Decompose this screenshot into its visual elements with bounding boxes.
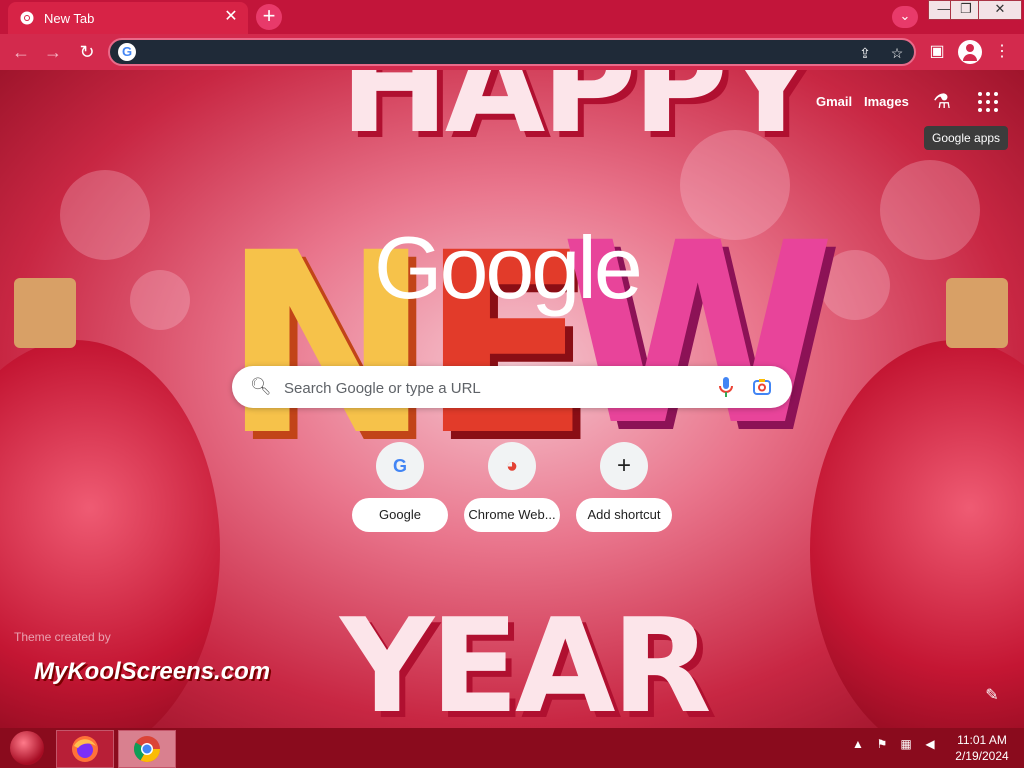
taskbar-chrome[interactable]	[118, 730, 176, 768]
forward-button[interactable]: →	[42, 41, 64, 63]
address-input[interactable]	[142, 42, 846, 64]
shortcut-tile-chrome-web-store[interactable]: ◕ Chrome Web...	[456, 442, 568, 534]
new-tab-button[interactable]: +	[256, 4, 282, 30]
profile-avatar[interactable]	[958, 40, 982, 64]
customize-pencil-icon[interactable]: ✎	[982, 686, 1002, 706]
action-center-flag-icon[interactable]: ⚑	[874, 736, 890, 752]
window-close-button[interactable]: ✕	[978, 0, 1022, 20]
tab-new-tab[interactable]: New Tab ✕	[8, 2, 248, 34]
share-icon[interactable]: ⇪	[856, 44, 874, 62]
chrome-icon	[133, 736, 161, 763]
google-apps-tooltip: Google apps	[924, 126, 1009, 150]
right-ornament-cap	[946, 278, 1008, 348]
tab-strip: New Tab ✕ + ⌄ — ❐ ✕	[0, 0, 1024, 34]
address-bar[interactable]: G ⇪ ☆	[108, 38, 916, 66]
browser-frame: New Tab ✕ + ⌄ — ❐ ✕ ← → ↻ G ⇪ ☆ ▣ ⋮	[0, 0, 1024, 70]
chrome-menu-button[interactable]: ⋮	[991, 41, 1013, 63]
show-hidden-icons-button[interactable]: ▲	[850, 736, 866, 752]
left-ornament-cap	[14, 278, 76, 348]
shortcut-label: Chrome Web...	[464, 498, 560, 532]
clock-date: 2/19/2024	[955, 749, 1009, 763]
side-panel-button[interactable]: ▣	[926, 41, 948, 63]
google-shortcut-icon: G	[376, 442, 424, 490]
google-lens-icon[interactable]	[752, 377, 772, 397]
clock-time: 11:01 AM	[957, 733, 1007, 747]
start-button[interactable]	[10, 731, 44, 765]
tab-title: New Tab	[44, 11, 95, 26]
google-apps-icon[interactable]	[976, 90, 1000, 114]
add-icon: +	[600, 442, 648, 490]
add-shortcut-tile[interactable]: + Add shortcut	[568, 442, 680, 534]
background-bokeh	[60, 170, 150, 260]
tab-search-button[interactable]: ⌄	[892, 6, 918, 28]
images-link[interactable]: Images	[864, 94, 909, 109]
taskbar: ▲ ⚑ ▦ ◀ 11:01 AM 2/19/2024	[0, 728, 1024, 768]
new-tab-page: HAPPY N E W YEAR Gmail Images ⚗ Google a…	[0, 70, 1024, 728]
search-icon: 🔍︎	[250, 377, 272, 396]
search-box[interactable]: 🔍︎	[232, 366, 792, 408]
google-icon: G	[118, 43, 136, 61]
labs-flask-icon[interactable]: ⚗	[930, 90, 954, 114]
network-icon[interactable]: ▦	[898, 736, 914, 752]
bookmark-star-icon[interactable]: ☆	[888, 44, 906, 62]
search-input[interactable]	[282, 377, 686, 399]
gmail-link[interactable]: Gmail	[816, 94, 852, 109]
toolbar: ← → ↻ G ⇪ ☆ ▣ ⋮	[0, 34, 1024, 70]
shortcut-label: Add shortcut	[576, 498, 672, 532]
chrome-web-store-icon: ◕	[488, 442, 536, 490]
background-bokeh	[130, 270, 190, 330]
taskbar-firefox[interactable]	[56, 730, 114, 768]
google-logo: Google	[374, 218, 643, 317]
chrome-favicon-icon	[20, 11, 34, 25]
system-clock[interactable]: 11:01 AM 2/19/2024	[950, 732, 1014, 764]
tab-close-icon[interactable]: ✕	[222, 8, 240, 26]
voice-search-icon[interactable]	[716, 376, 736, 398]
background-word-year: YEAR	[340, 590, 712, 728]
theme-brand-link[interactable]: MyKoolScreens.com	[34, 658, 270, 686]
background-word-happy: HAPPY	[340, 70, 818, 162]
background-bokeh	[820, 250, 890, 320]
shortcut-label: Google	[352, 498, 448, 532]
right-ornament	[810, 340, 1024, 728]
volume-muted-icon[interactable]: ◀	[922, 736, 938, 752]
firefox-icon	[72, 736, 98, 762]
shortcut-tile-google[interactable]: G Google	[344, 442, 456, 534]
back-button[interactable]: ←	[10, 41, 32, 63]
theme-credit-text[interactable]: Theme created by	[14, 630, 111, 644]
reload-button[interactable]: ↻	[76, 41, 98, 63]
background-bokeh	[880, 160, 980, 260]
